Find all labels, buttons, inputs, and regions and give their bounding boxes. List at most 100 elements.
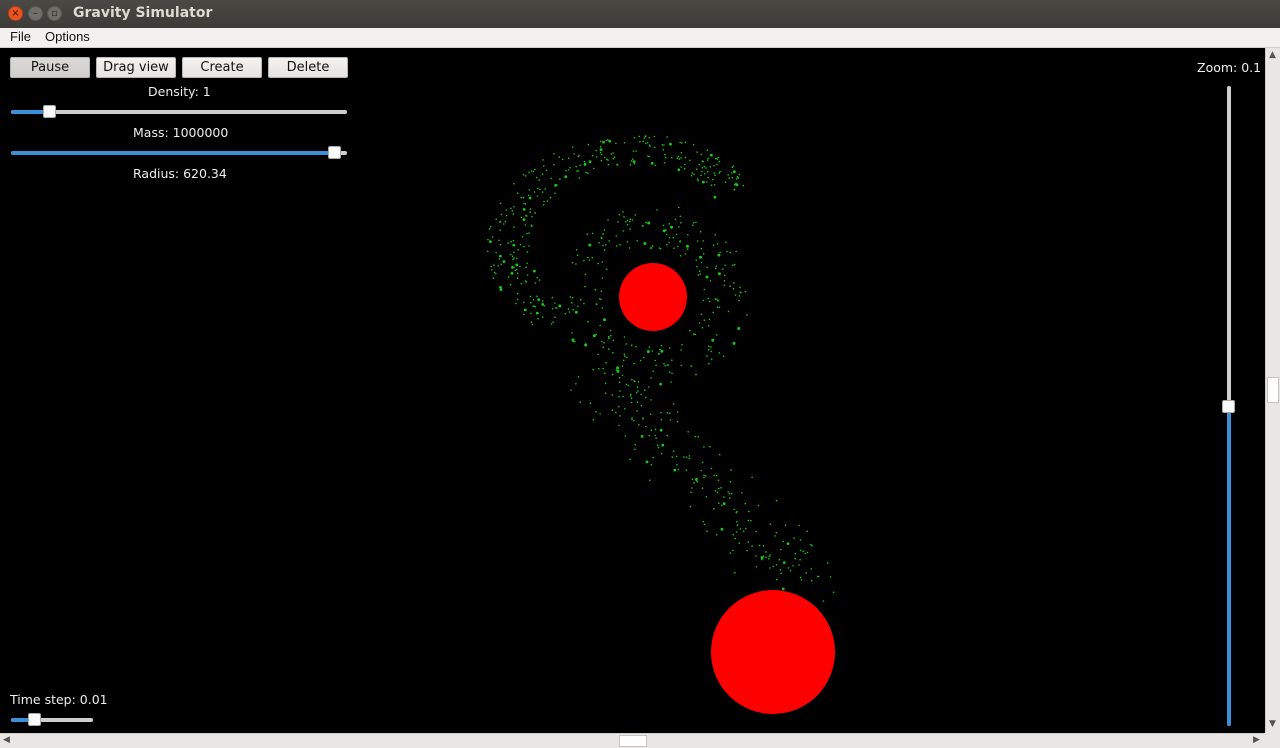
scroll-up-icon[interactable]: ▲: [1269, 50, 1276, 60]
particle: [612, 339, 615, 342]
particle: [499, 221, 501, 223]
particle: [510, 271, 514, 275]
particle: [786, 542, 790, 545]
particle: [729, 552, 732, 554]
particle: [537, 298, 541, 302]
delete-button[interactable]: Delete: [268, 57, 348, 78]
horizontal-scroll-thumb[interactable]: [619, 735, 647, 747]
particle: [558, 304, 562, 308]
vertical-scrollbar[interactable]: ▲ ▼: [1265, 48, 1280, 733]
density-slider-handle[interactable]: [43, 105, 56, 118]
particle: [615, 411, 617, 414]
particle: [746, 314, 748, 316]
particle: [714, 490, 717, 492]
particle: [527, 194, 530, 197]
particle: [637, 390, 639, 392]
mass-slider[interactable]: [11, 146, 347, 159]
particle: [524, 175, 527, 177]
simulation-canvas[interactable]: Pause Drag view Create Delete Density: 1…: [1, 48, 1265, 732]
maximize-icon[interactable]: ▫: [47, 6, 62, 21]
particle: [670, 381, 672, 383]
particle: [492, 277, 495, 279]
timestep-slider-handle[interactable]: [28, 713, 41, 726]
particle: [570, 389, 572, 391]
particle: [676, 411, 679, 413]
particle: [499, 202, 502, 205]
particle: [636, 410, 638, 412]
zoom-slider[interactable]: [1222, 86, 1235, 726]
particle: [577, 305, 579, 308]
particle: [697, 179, 699, 182]
timestep-slider[interactable]: [11, 713, 93, 726]
particle: [519, 243, 522, 246]
vertical-scroll-thumb[interactable]: [1267, 377, 1279, 403]
particle: [655, 437, 657, 440]
scroll-right-icon[interactable]: ▶: [1253, 735, 1260, 745]
particle: [530, 321, 533, 323]
density-slider[interactable]: [11, 105, 347, 118]
particle: [708, 362, 710, 365]
particle: [718, 160, 721, 163]
particle: [699, 273, 701, 275]
particle: [542, 316, 544, 318]
particle: [647, 221, 651, 225]
particle: [750, 519, 752, 522]
particle: [642, 418, 644, 420]
minimize-icon[interactable]: –: [28, 6, 43, 21]
particle: [583, 160, 586, 163]
particle: [659, 248, 662, 250]
close-icon[interactable]: ×: [8, 6, 23, 21]
particle: [528, 189, 531, 191]
mass-slider-handle[interactable]: [328, 146, 341, 159]
particle: [757, 504, 760, 507]
particle: [611, 394, 613, 396]
particle: [532, 170, 535, 173]
particle: [550, 323, 553, 325]
particle: [595, 411, 597, 413]
menu-file[interactable]: File: [10, 29, 31, 44]
particle: [645, 396, 647, 399]
particle: [607, 159, 609, 161]
particle: [491, 236, 494, 238]
particle: [530, 170, 533, 172]
particle: [626, 356, 628, 359]
particle: [619, 390, 621, 392]
particle: [526, 251, 529, 253]
large-body[interactable]: [711, 590, 835, 714]
particle: [698, 270, 701, 272]
small-body[interactable]: [619, 263, 687, 331]
particle: [554, 192, 556, 195]
particle: [678, 226, 680, 228]
particle: [601, 261, 603, 263]
particle: [717, 299, 719, 302]
particle: [689, 505, 692, 508]
particle: [679, 141, 681, 144]
particle: [761, 558, 763, 561]
drag-view-button[interactable]: Drag view: [96, 57, 176, 78]
scroll-left-icon[interactable]: ◀: [3, 735, 10, 745]
particle: [734, 294, 737, 296]
particle: [533, 191, 536, 193]
scroll-down-icon[interactable]: ▼: [1269, 719, 1276, 729]
particle: [687, 431, 689, 433]
zoom-slider-handle[interactable]: [1222, 400, 1235, 413]
create-button[interactable]: Create: [182, 57, 262, 78]
particle: [599, 146, 602, 148]
particle: [652, 456, 654, 459]
particle: [733, 263, 736, 266]
horizontal-scrollbar[interactable]: ◀ ▶: [0, 733, 1265, 748]
particle: [741, 492, 743, 494]
particle: [677, 245, 679, 248]
particle: [602, 140, 605, 144]
particle: [712, 178, 714, 181]
particle: [630, 393, 632, 396]
particle: [609, 329, 612, 332]
particle: [513, 226, 515, 228]
particle: [648, 155, 650, 158]
particle: [701, 170, 703, 173]
particle: [552, 321, 554, 324]
particle: [709, 153, 713, 157]
pause-button[interactable]: Pause: [10, 57, 90, 78]
particle: [529, 211, 531, 213]
menu-options[interactable]: Options: [45, 29, 90, 44]
